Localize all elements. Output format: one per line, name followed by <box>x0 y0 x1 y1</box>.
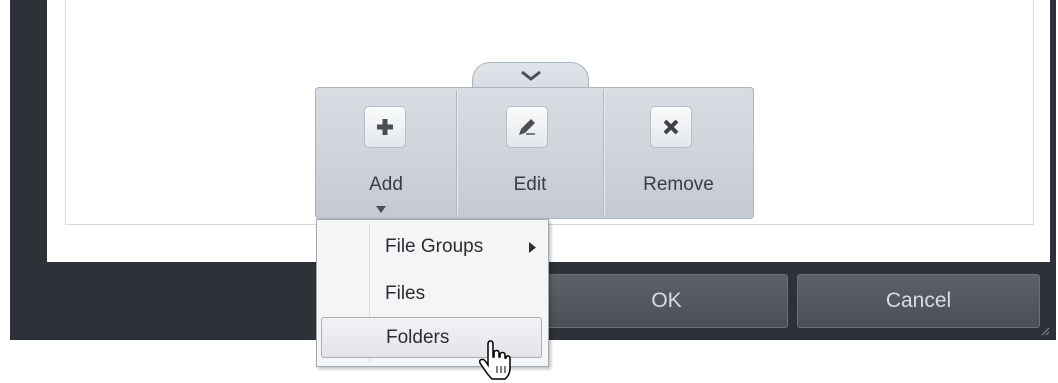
cancel-button[interactable]: Cancel <box>797 274 1040 328</box>
menu-item-label: File Groups <box>385 236 484 257</box>
add-dropdown-menu: File Groups Files Folders <box>316 219 549 367</box>
plus-icon <box>364 106 406 148</box>
x-icon <box>650 106 692 148</box>
add-button[interactable]: Add <box>316 88 456 218</box>
menu-item-label: Folders <box>386 326 450 348</box>
add-label: Add <box>369 174 403 195</box>
action-toolbar: Add Edit Remove <box>315 87 754 219</box>
pencil-icon <box>506 106 548 148</box>
remove-button[interactable]: Remove <box>604 88 753 218</box>
chevron-down-icon <box>521 70 541 81</box>
resize-grip-icon[interactable] <box>1040 326 1050 336</box>
chevron-right-icon <box>529 242 536 253</box>
menu-item-label: Files <box>385 283 426 304</box>
menu-item-files[interactable]: Files <box>321 275 542 313</box>
menu-item-file-groups[interactable]: File Groups <box>321 228 542 266</box>
edit-button[interactable]: Edit <box>457 88 603 218</box>
ok-button[interactable]: OK <box>545 274 788 328</box>
edit-label: Edit <box>513 174 547 195</box>
remove-label: Remove <box>643 174 714 195</box>
hand-cursor-icon <box>478 340 511 380</box>
caret-down-icon <box>376 206 386 213</box>
